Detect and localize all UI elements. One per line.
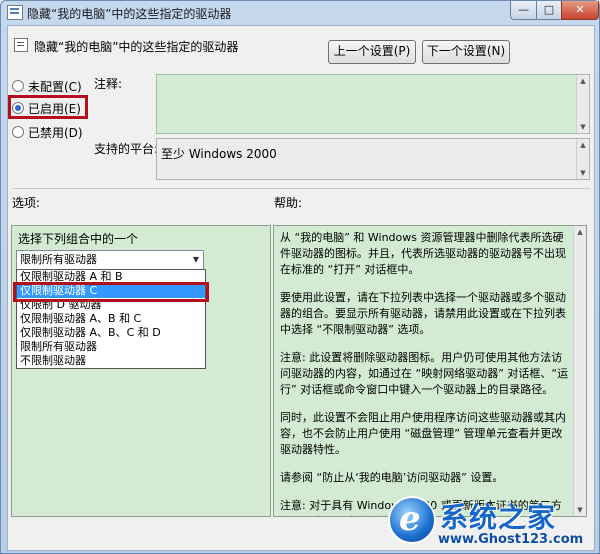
help-paragraph: 从 “我的电脑” 和 Windows 资源管理器中删除代表所选硬件驱动器的图标。…	[280, 231, 566, 276]
platform-value: 至少 Windows 2000	[161, 147, 277, 161]
watermark: 系统之家 www.Ghost123.com	[380, 494, 596, 552]
help-paragraph: 要使用此设置，请在下拉列表中选择一个驱动器或多个驱动器的组合。要显示所有驱动器，…	[280, 291, 566, 336]
maximize-button[interactable]: □	[536, 1, 562, 20]
help-panel: 从 “我的电脑” 和 Windows 资源管理器中删除代表所选硬件驱动器的图标。…	[273, 225, 587, 517]
previous-setting-button[interactable]: 上一个设置(P)	[328, 40, 416, 64]
options-panel: 选择下列组合中的一个 限制所有驱动器 ▼ 仅限制驱动器 A 和 B 仅限制驱动器…	[11, 225, 271, 517]
dropdown-item[interactable]: 仅限制驱动器 A、B、C 和 D	[17, 326, 205, 340]
scroll-up-icon[interactable]: ▲	[577, 139, 589, 151]
platform-field: 至少 Windows 2000 ▲ ▼	[156, 138, 590, 180]
scroll-down-icon[interactable]: ▼	[577, 121, 589, 133]
platform-scrollbar[interactable]: ▲ ▼	[576, 139, 589, 179]
section-divider	[12, 188, 590, 189]
comment-textarea[interactable]: ▲ ▼	[156, 74, 590, 134]
setting-title: 隐藏“我的电脑”中的这些指定的驱动器	[34, 40, 239, 54]
comment-scrollbar[interactable]: ▲ ▼	[576, 75, 589, 133]
dropdown-selected-value: 限制所有驱动器	[20, 253, 97, 266]
setting-icon	[14, 38, 28, 52]
window-title: 隐藏“我的电脑”中的这些指定的驱动器	[27, 7, 232, 21]
help-text: 从 “我的电脑” 和 Windows 资源管理器中删除代表所选硬件驱动器的图标。…	[280, 230, 572, 516]
dropdown-item[interactable]: 限制所有驱动器	[17, 340, 205, 354]
help-label: 帮助:	[274, 196, 303, 210]
help-scrollbar[interactable]: ▲ ▼	[573, 226, 586, 516]
radio-label: 已禁用(D)	[28, 126, 83, 140]
radio-circle-icon	[12, 80, 24, 92]
options-prompt: 选择下列组合中的一个	[18, 232, 139, 246]
help-paragraph: 请参阅 “防止从‘我的电脑’访问驱动器” 设置。	[280, 471, 504, 484]
close-button[interactable]: ✕	[561, 1, 599, 20]
scroll-down-icon[interactable]: ▼	[577, 167, 589, 179]
title-bar[interactable]: 隐藏“我的电脑”中的这些指定的驱动器 — □ ✕	[1, 1, 599, 23]
watermark-url: www.Ghost123.com	[438, 532, 584, 547]
radio-circle-icon	[12, 126, 24, 138]
highlight-box-drive-c	[13, 282, 209, 302]
watermark-title: 系统之家	[440, 501, 557, 534]
highlight-box-enabled	[8, 95, 88, 119]
comment-label: 注释:	[94, 77, 123, 91]
radio-label: 未配置(C)	[28, 80, 82, 94]
dropdown-item[interactable]: 不限制驱动器	[17, 354, 205, 368]
drive-restriction-dropdown[interactable]: 限制所有驱动器 ▼	[16, 250, 204, 270]
radio-disabled[interactable]: 已禁用(D)	[12, 124, 83, 140]
help-paragraph: 注意: 此设置将删除驱动器图标。用户仍可使用其他方法访问驱动器的内容，如通过在 …	[280, 351, 569, 396]
policy-app-icon	[7, 5, 23, 20]
next-setting-button[interactable]: 下一个设置(N)	[422, 40, 510, 64]
options-label: 选项:	[12, 196, 41, 210]
dialog-client-area: 隐藏“我的电脑”中的这些指定的驱动器 上一个设置(P) 下一个设置(N) 未配置…	[7, 25, 595, 551]
help-paragraph: 同时，此设置不会阻止用户使用程序访问这些驱动器或其内容，也不会防止用户使用 “磁…	[280, 411, 566, 456]
radio-not-configured[interactable]: 未配置(C)	[12, 78, 82, 94]
platform-label: 支持的平台:	[94, 142, 159, 156]
minimize-button[interactable]: —	[510, 1, 537, 20]
dropdown-arrow-icon[interactable]: ▼	[193, 251, 199, 269]
dropdown-item[interactable]: 仅限制驱动器 A、B 和 C	[17, 312, 205, 326]
scroll-up-icon[interactable]: ▲	[574, 226, 586, 238]
watermark-logo-icon	[388, 496, 436, 544]
scroll-up-icon[interactable]: ▲	[577, 75, 589, 87]
dialog-window: 隐藏“我的电脑”中的这些指定的驱动器 — □ ✕ 隐藏“我的电脑”中的这些指定的…	[0, 0, 600, 554]
